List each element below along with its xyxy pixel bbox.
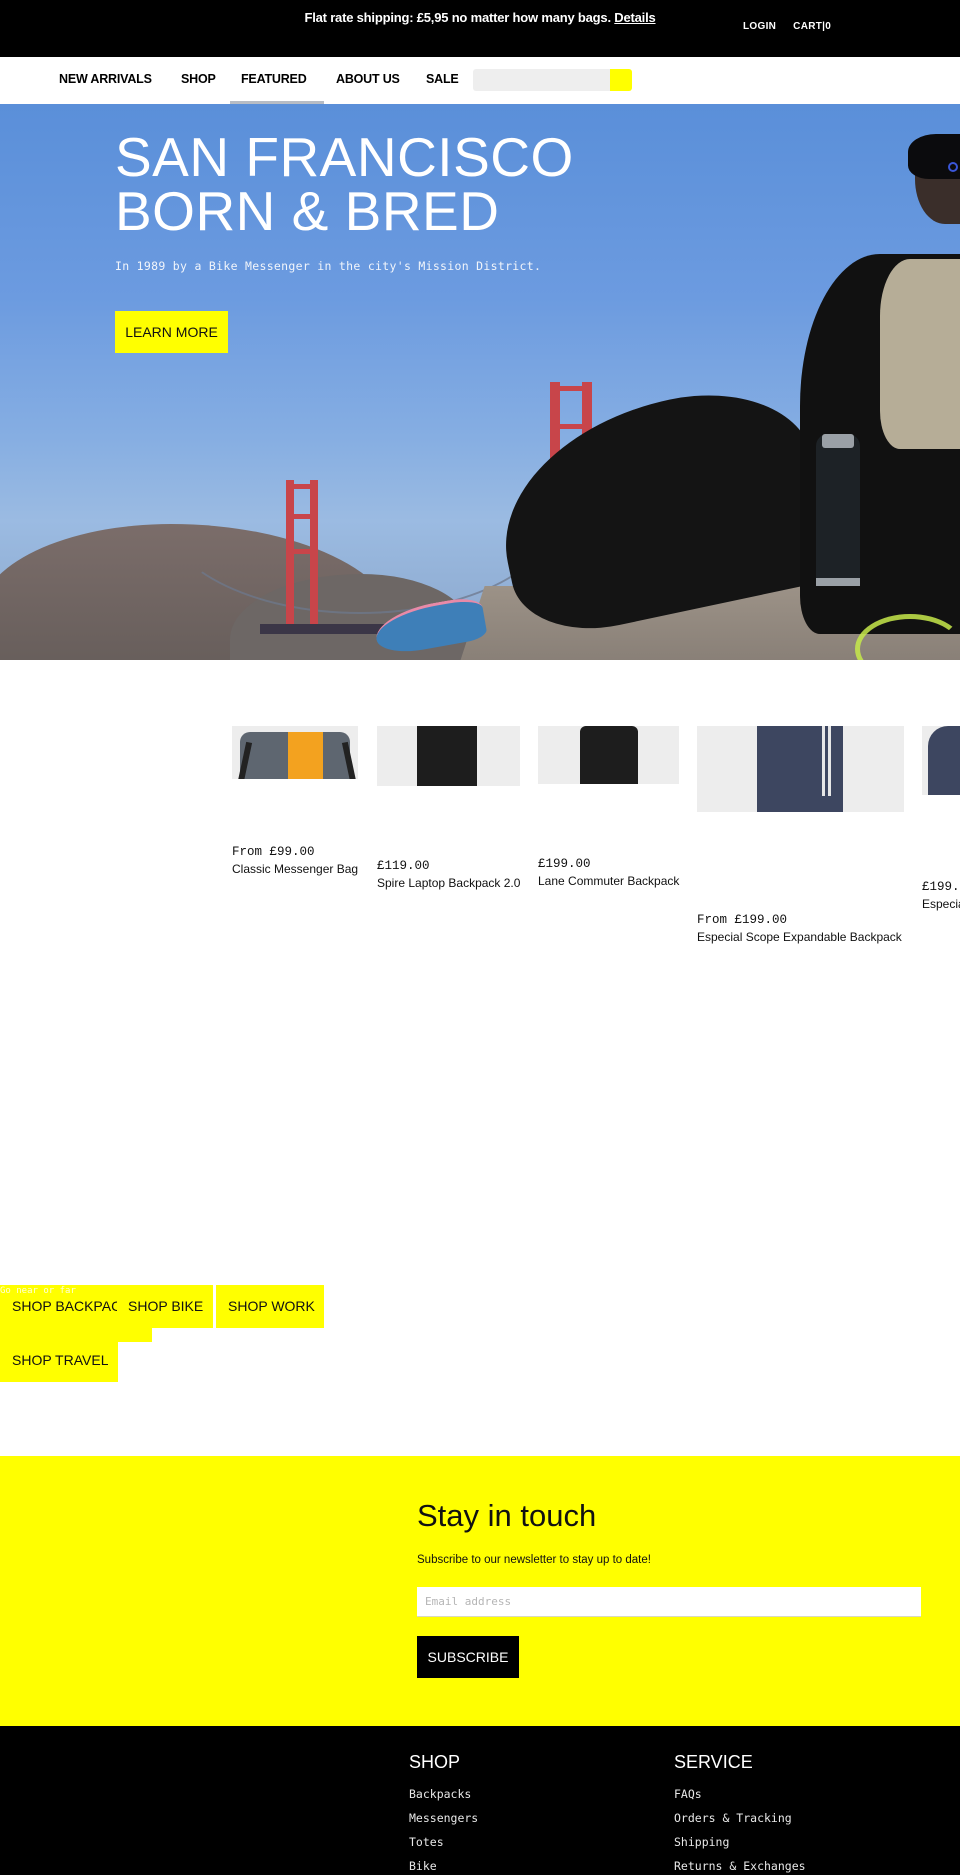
announcement-text: Flat rate shipping: £5,95 no matter how … xyxy=(304,10,611,25)
bag-stripe xyxy=(288,732,323,779)
messenger-bag-graphic xyxy=(240,732,350,779)
footer-link-messengers[interactable]: Messengers xyxy=(409,1811,478,1835)
bottle-base xyxy=(816,578,860,586)
shop-backpacks-button[interactable]: SHOP BACKPACKS xyxy=(12,1298,117,1314)
shop-travel-button[interactable]: SHOP TRAVEL xyxy=(12,1352,108,1368)
email-field[interactable] xyxy=(417,1587,921,1617)
footer-link-bike[interactable]: Bike xyxy=(409,1859,478,1875)
product-card[interactable]: £199.00 Especial xyxy=(922,726,960,911)
category-overlay-text: Go near or far xyxy=(0,1286,76,1296)
cart-link[interactable]: CART|0 xyxy=(793,21,831,32)
backpack-graphic xyxy=(928,726,960,795)
footer-shop-column: SHOP Backpacks Messengers Totes Bike xyxy=(409,1752,478,1875)
search-input[interactable] xyxy=(473,69,611,91)
bridge-beam xyxy=(550,424,592,429)
product-price: From £99.00 xyxy=(232,845,315,859)
bridge-beam xyxy=(286,514,318,519)
search-button[interactable] xyxy=(610,69,632,91)
announcement-bar: Flat rate shipping: £5,95 no matter how … xyxy=(0,0,960,57)
product-name[interactable]: Lane Commuter Backpack xyxy=(538,874,679,888)
product-price: £199.00 xyxy=(922,880,960,894)
bottle-cap xyxy=(822,434,854,448)
product-price: £199.00 xyxy=(538,857,591,871)
shop-bike-button[interactable]: SHOP BIKE xyxy=(128,1298,203,1314)
footer-link-backpacks[interactable]: Backpacks xyxy=(409,1787,478,1811)
footer-service-title: SERVICE xyxy=(674,1752,753,1772)
shop-categories: Go near or far SHOP BACKPACKS SHOP BIKE … xyxy=(0,1285,960,1385)
hero-banner: SAN FRANCISCO BORN & BRED In 1989 by a B… xyxy=(0,104,960,660)
product-image[interactable] xyxy=(922,726,960,795)
backpack-zipper xyxy=(822,726,825,796)
product-card[interactable]: £119.00 Spire Laptop Backpack 2.0 xyxy=(377,726,520,890)
product-price: From £199.00 xyxy=(697,913,788,927)
footer-link-returns[interactable]: Returns & Exchanges xyxy=(674,1859,806,1875)
product-image[interactable] xyxy=(232,726,358,779)
product-card[interactable]: £199.00 Lane Commuter Backpack xyxy=(538,726,679,888)
footer-link-totes[interactable]: Totes xyxy=(409,1835,478,1859)
cap-logo-icon xyxy=(948,162,958,172)
product-name[interactable]: Spire Laptop Backpack 2.0 xyxy=(377,876,520,890)
main-nav: NEW ARRIVALS SHOP FEATURED ABOUT US SALE xyxy=(0,57,960,104)
bridge-beam xyxy=(286,549,318,554)
footer-link-orders-tracking[interactable]: Orders & Tracking xyxy=(674,1811,806,1835)
nav-new-arrivals[interactable]: NEW ARRIVALS xyxy=(59,72,152,86)
newsletter-subtitle: Subscribe to our newsletter to stay up t… xyxy=(417,1554,651,1566)
backpack-zipper xyxy=(828,726,831,796)
bridge-beam xyxy=(286,484,318,489)
bridge-beam xyxy=(550,386,592,391)
nav-sale[interactable]: SALE xyxy=(426,72,459,86)
product-card[interactable]: From £99.00 Classic Messenger Bag xyxy=(232,726,358,876)
newsletter-section: Stay in touch Subscribe to our newslette… xyxy=(0,1456,960,1726)
footer-service-column: SERVICE FAQs Orders & Tracking Shipping … xyxy=(674,1752,806,1875)
footer-shop-title: SHOP xyxy=(409,1752,461,1772)
newsletter-title: Stay in touch xyxy=(417,1498,597,1533)
product-image[interactable] xyxy=(377,726,520,786)
nav-about-us[interactable]: ABOUT US xyxy=(336,72,400,86)
nav-shop[interactable]: SHOP xyxy=(181,72,216,86)
hero-subtitle: In 1989 by a Bike Messenger in the city'… xyxy=(115,259,542,273)
account-links: LOGIN CART|0 xyxy=(743,21,831,32)
shipping-details-link[interactable]: Details xyxy=(614,10,655,25)
shop-work-button[interactable]: SHOP WORK xyxy=(228,1298,315,1314)
person-cap xyxy=(908,134,960,179)
nav-featured[interactable]: FEATURED xyxy=(241,72,307,86)
product-name[interactable]: Especial Scope Expandable Backpack xyxy=(697,930,904,944)
footer: SHOP Backpacks Messengers Totes Bike SER… xyxy=(0,1726,960,1875)
product-image[interactable] xyxy=(538,726,679,784)
product-name[interactable]: Especial xyxy=(922,897,960,911)
footer-service-links: FAQs Orders & Tracking Shipping Returns … xyxy=(674,1787,806,1875)
backpack-graphic xyxy=(417,726,477,786)
subscribe-button[interactable]: SUBSCRIBE xyxy=(417,1636,519,1678)
bridge-tower xyxy=(286,480,294,628)
backpack-graphic xyxy=(580,726,638,784)
product-name[interactable]: Classic Messenger Bag xyxy=(232,862,358,876)
product-carousel: From £99.00 Classic Messenger Bag £119.0… xyxy=(0,726,960,966)
footer-shop-links: Backpacks Messengers Totes Bike xyxy=(409,1787,478,1875)
bridge-cable xyxy=(160,404,560,614)
footer-link-shipping[interactable]: Shipping xyxy=(674,1835,806,1859)
product-card[interactable]: From £199.00 Especial Scope Expandable B… xyxy=(697,726,904,944)
person-vest xyxy=(880,259,960,449)
bridge-tower xyxy=(310,480,318,628)
hero-title: SAN FRANCISCO BORN & BRED xyxy=(115,126,574,242)
product-price: £119.00 xyxy=(377,859,430,873)
footer-link-faqs[interactable]: FAQs xyxy=(674,1787,806,1811)
product-image[interactable] xyxy=(697,726,904,812)
water-bottle xyxy=(816,434,860,584)
learn-more-button[interactable]: LEARN MORE xyxy=(115,311,228,353)
login-link[interactable]: LOGIN xyxy=(743,21,776,32)
